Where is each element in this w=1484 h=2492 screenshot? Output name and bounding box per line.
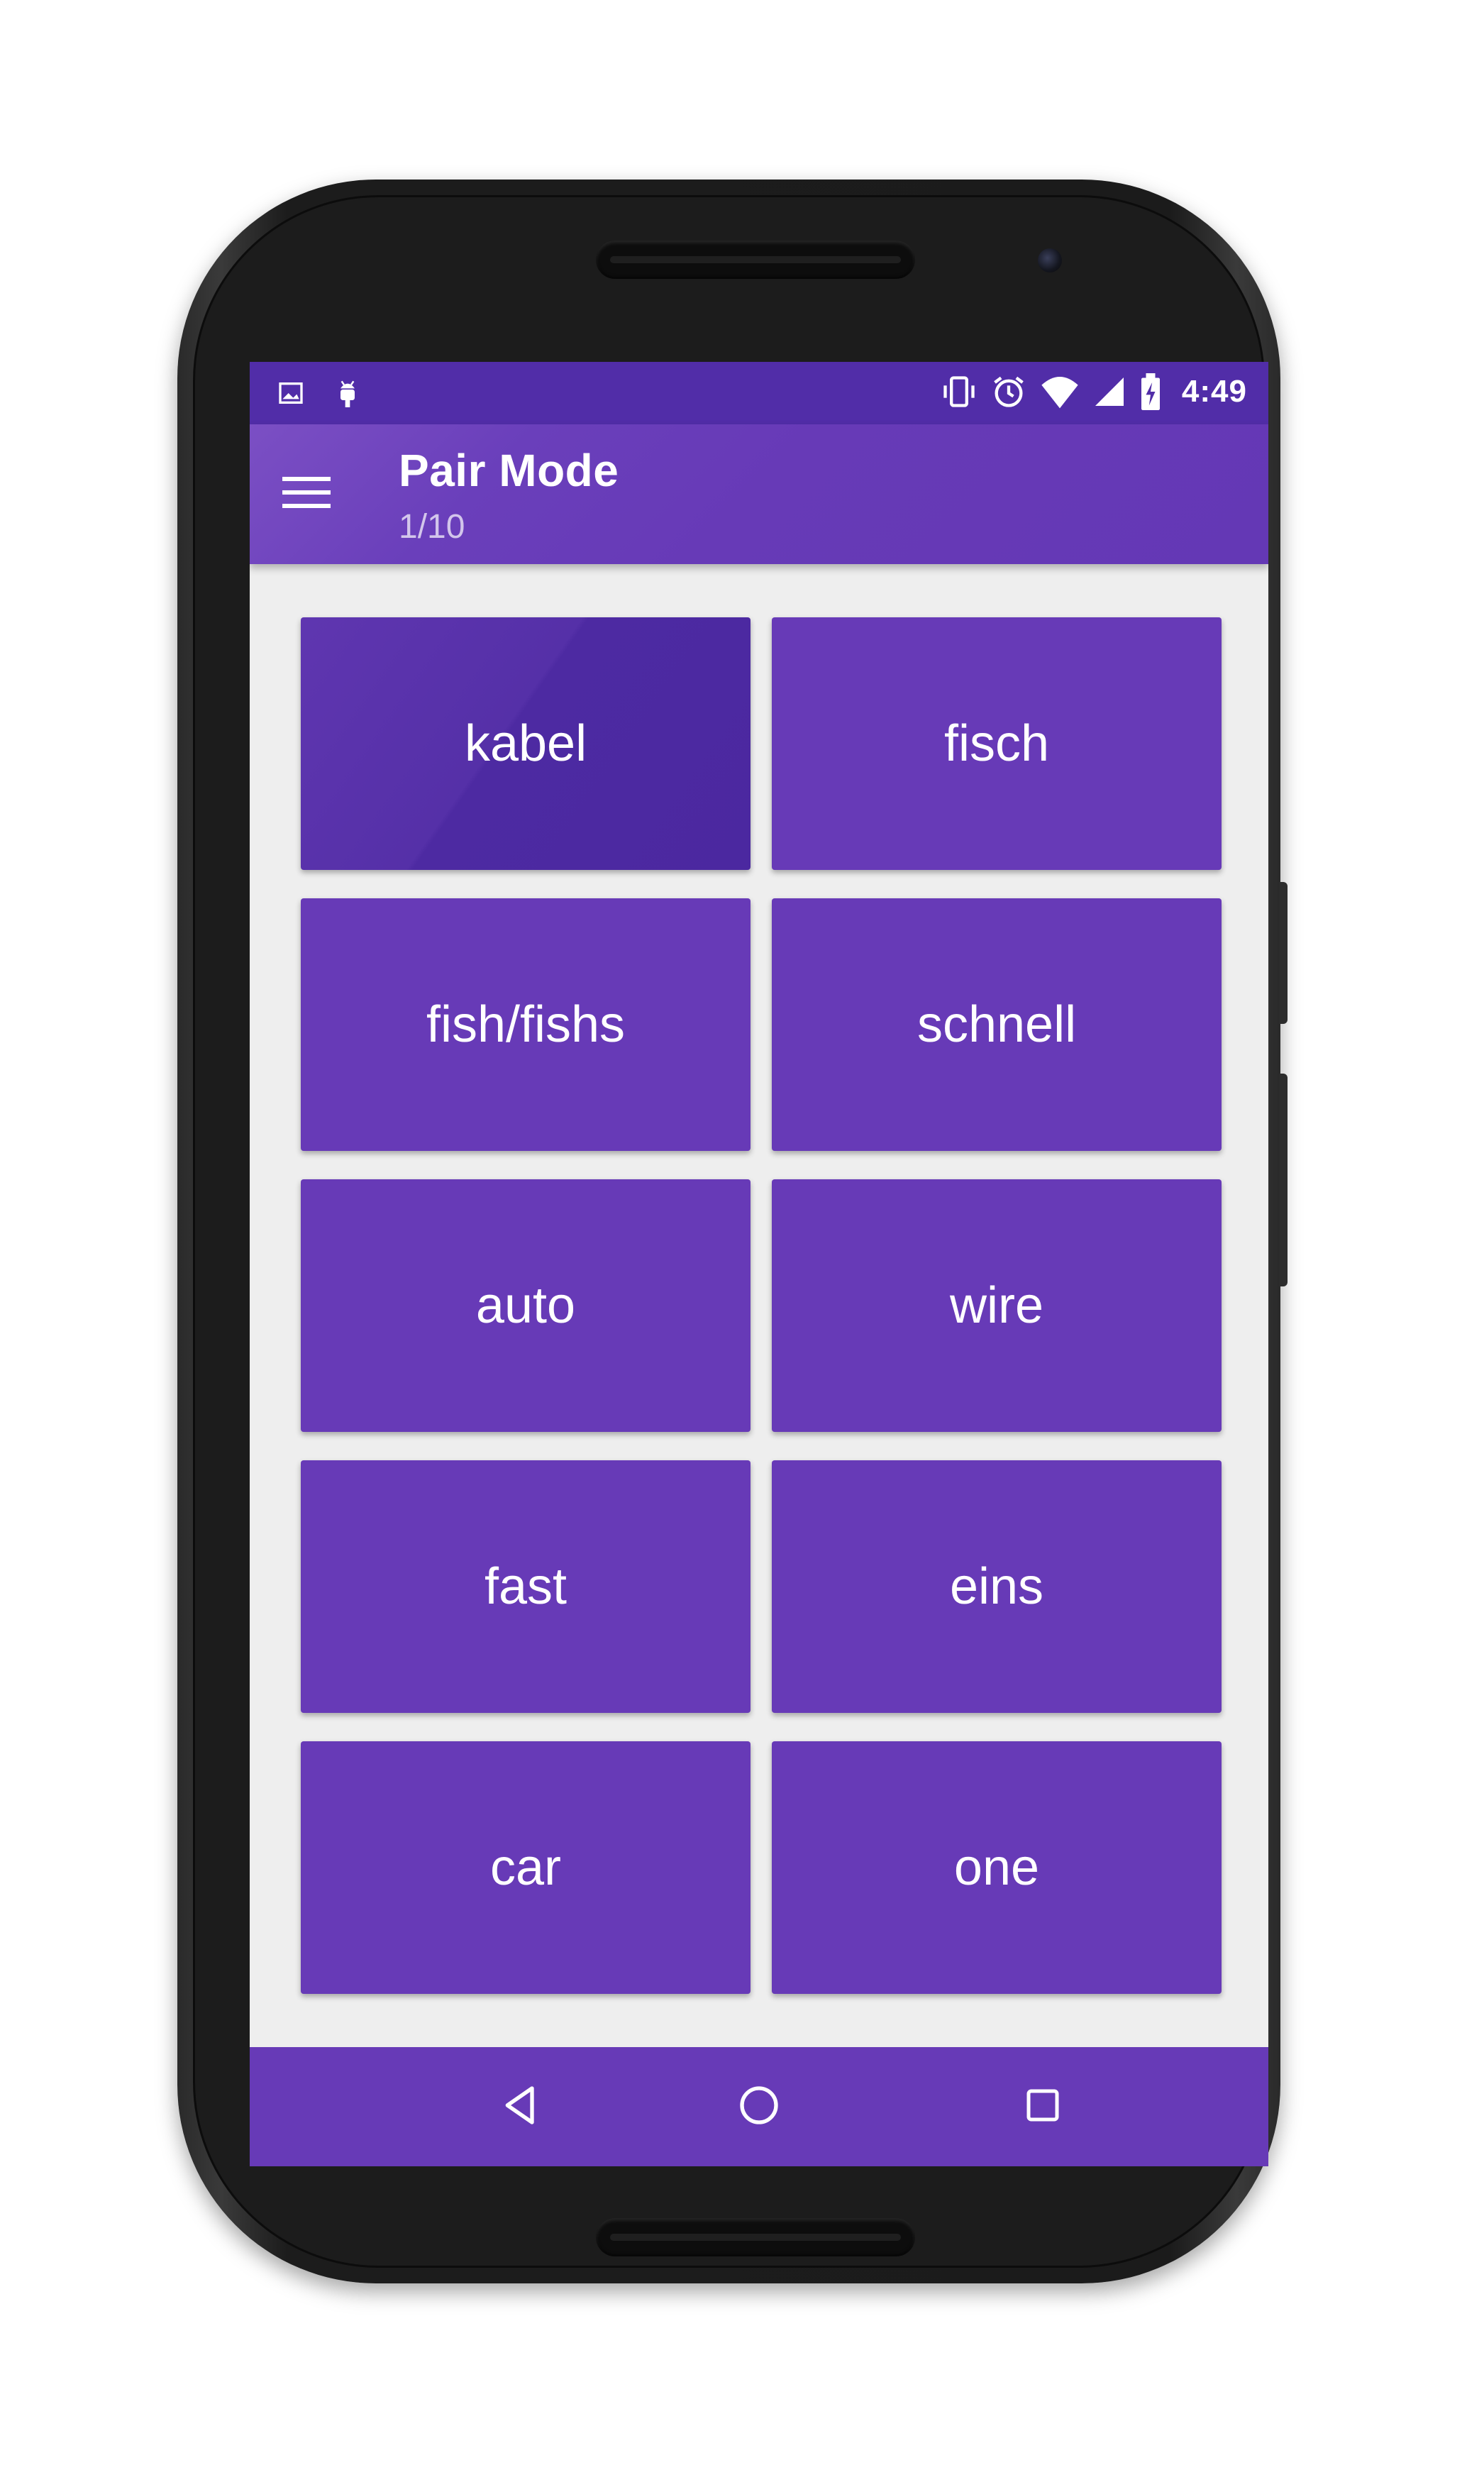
- progress-counter: 1/10: [399, 508, 465, 546]
- menu-button[interactable]: [278, 465, 335, 522]
- bottom-speaker: [596, 2218, 915, 2256]
- word-tile-kabel[interactable]: kabel: [301, 617, 751, 870]
- status-time: 4:49: [1181, 374, 1247, 409]
- word-tile-schnell[interactable]: schnell: [772, 898, 1222, 1151]
- word-tile-wire[interactable]: wire: [772, 1179, 1222, 1432]
- word-tile-auto[interactable]: auto: [301, 1179, 751, 1432]
- back-triangle-icon: [498, 2083, 543, 2132]
- image-notification-icon: [277, 379, 305, 407]
- vibrate-icon: [941, 373, 978, 410]
- word-tile-fisch[interactable]: fisch: [772, 617, 1222, 870]
- screen: 4:49 Pair Mode 1/10 kabel fisch fish/fis…: [250, 362, 1268, 2166]
- app-bar: Pair Mode 1/10: [250, 424, 1268, 564]
- page-title: Pair Mode: [399, 445, 619, 496]
- word-tile-eins[interactable]: eins: [772, 1460, 1222, 1713]
- home-circle-icon: [736, 2083, 782, 2132]
- power-button: [1279, 882, 1288, 1024]
- phone-frame: 4:49 Pair Mode 1/10 kabel fisch fish/fis…: [177, 180, 1288, 2283]
- page: 4:49 Pair Mode 1/10 kabel fisch fish/fis…: [0, 0, 1484, 2492]
- home-button[interactable]: [725, 2073, 793, 2141]
- word-tile-one[interactable]: one: [772, 1741, 1222, 1994]
- phone-bezel: 4:49 Pair Mode 1/10 kabel fisch fish/fis…: [193, 195, 1268, 2268]
- status-right-group: 4:49: [941, 373, 1247, 410]
- navigation-bar: [250, 2047, 1268, 2166]
- battery-charging-icon: [1139, 373, 1162, 410]
- status-bar: 4:49: [250, 362, 1268, 424]
- recents-square-icon: [1021, 2084, 1064, 2130]
- wifi-icon: [1040, 373, 1080, 410]
- front-camera: [1038, 248, 1062, 272]
- hamburger-menu-icon: [282, 474, 331, 514]
- word-tile-fast[interactable]: fast: [301, 1460, 751, 1713]
- cell-signal-icon: [1092, 375, 1126, 409]
- word-tile-grid: kabel fisch fish/fishs schnell auto wire…: [301, 617, 1223, 1994]
- word-tile-car[interactable]: car: [301, 1741, 751, 1994]
- android-debug-icon: [333, 376, 362, 410]
- top-speaker: [596, 241, 915, 279]
- recents-button[interactable]: [1009, 2073, 1077, 2141]
- status-left-group: [277, 376, 362, 410]
- back-button[interactable]: [487, 2073, 555, 2141]
- word-tile-fish-fishs[interactable]: fish/fishs: [301, 898, 751, 1151]
- alarm-icon: [990, 373, 1027, 410]
- volume-button: [1279, 1074, 1288, 1286]
